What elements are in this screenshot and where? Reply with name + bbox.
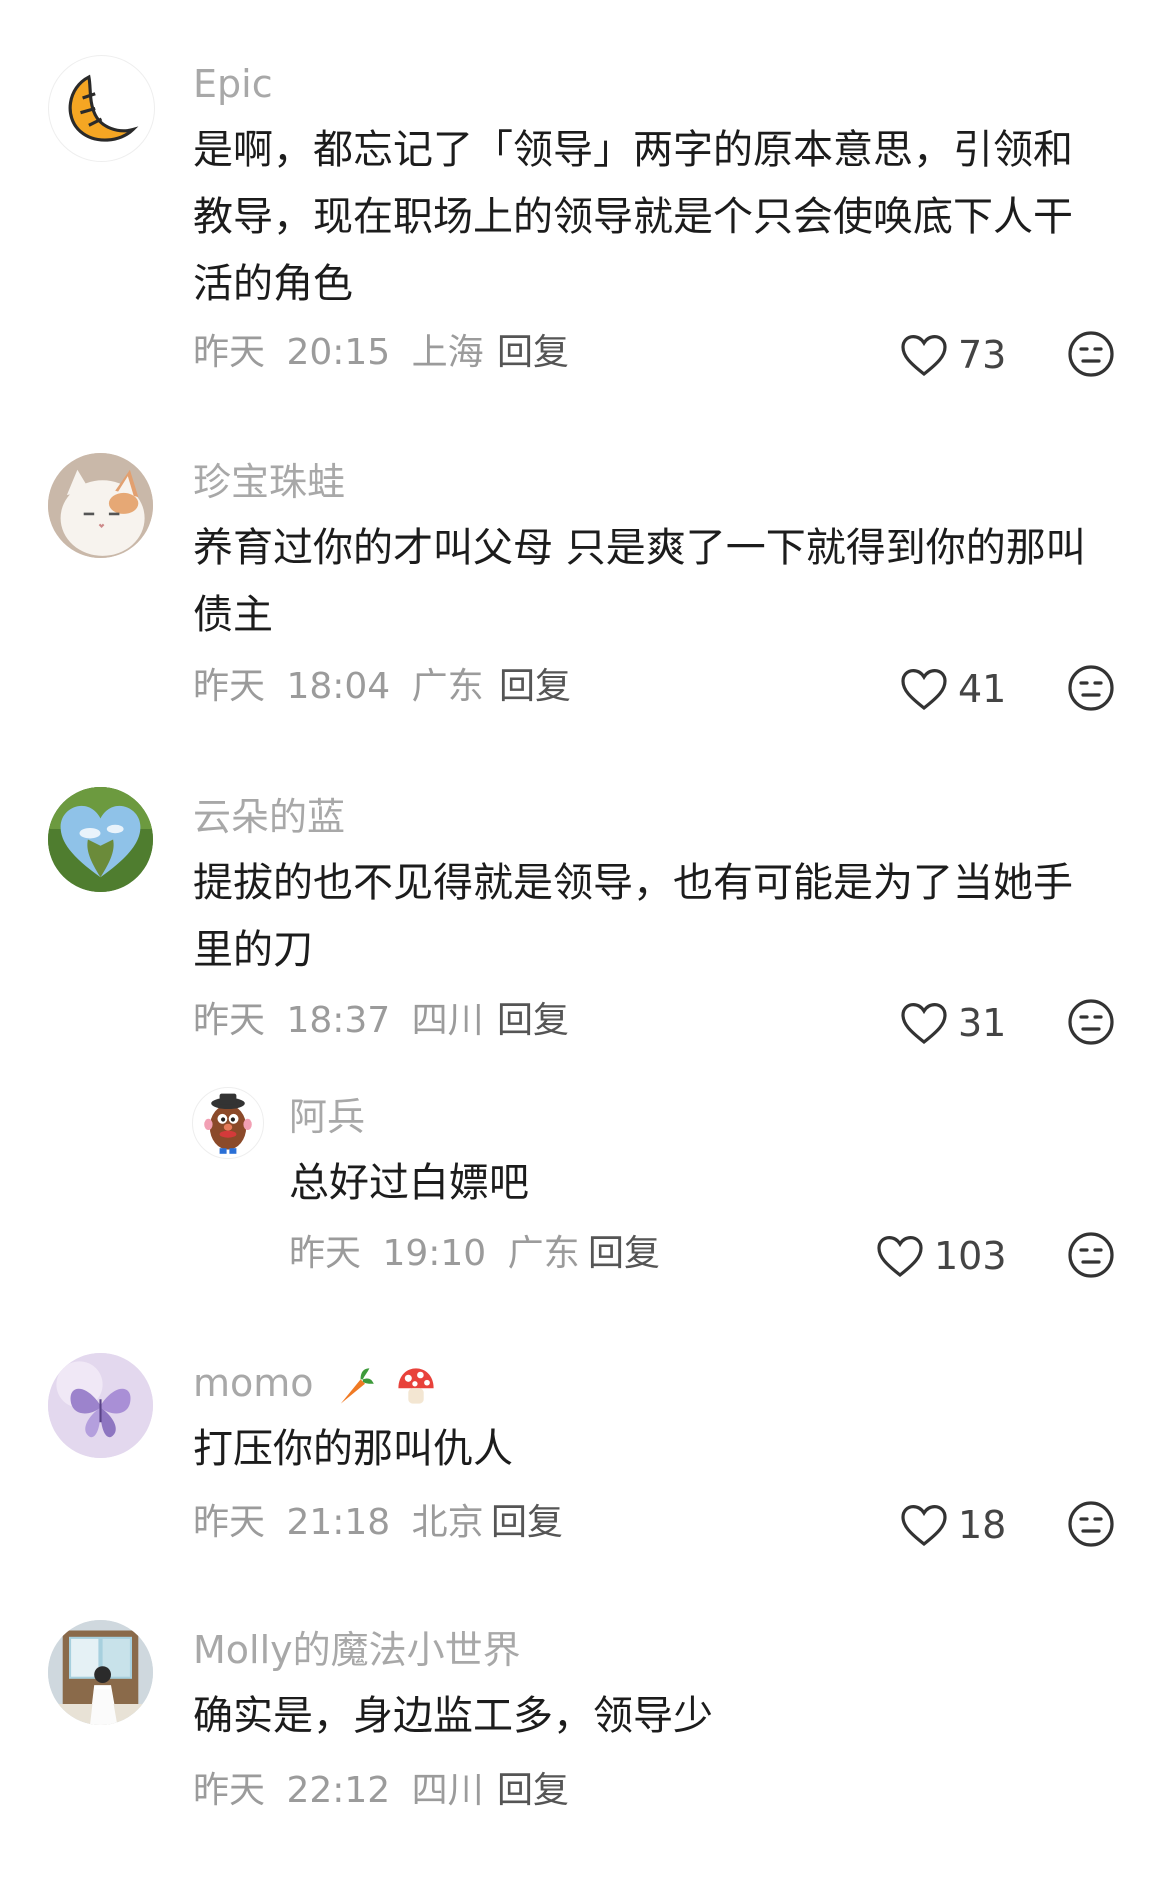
comment-text: 确实是，身边监工多，领导少 bbox=[193, 1683, 1153, 1750]
avatar[interactable] bbox=[48, 1620, 153, 1725]
comment-author[interactable]: Molly的魔法小世界 bbox=[193, 1626, 521, 1674]
reply-button[interactable]: 回复 bbox=[497, 1768, 569, 1814]
comment-meta: 昨天 22:12 四川 bbox=[193, 1768, 494, 1814]
comment-location: 四川 bbox=[411, 1770, 484, 1811]
comment-date: 昨天 bbox=[193, 1770, 266, 1811]
comment-time: 22:12 bbox=[286, 1770, 391, 1811]
comment-item: Molly的魔法小世界 确实是，身边监工多，领导少 昨天 22:12 四川 回复 bbox=[0, 0, 1169, 1860]
comment-text-line: 确实是，身边监工多，领导少 bbox=[193, 1693, 713, 1739]
